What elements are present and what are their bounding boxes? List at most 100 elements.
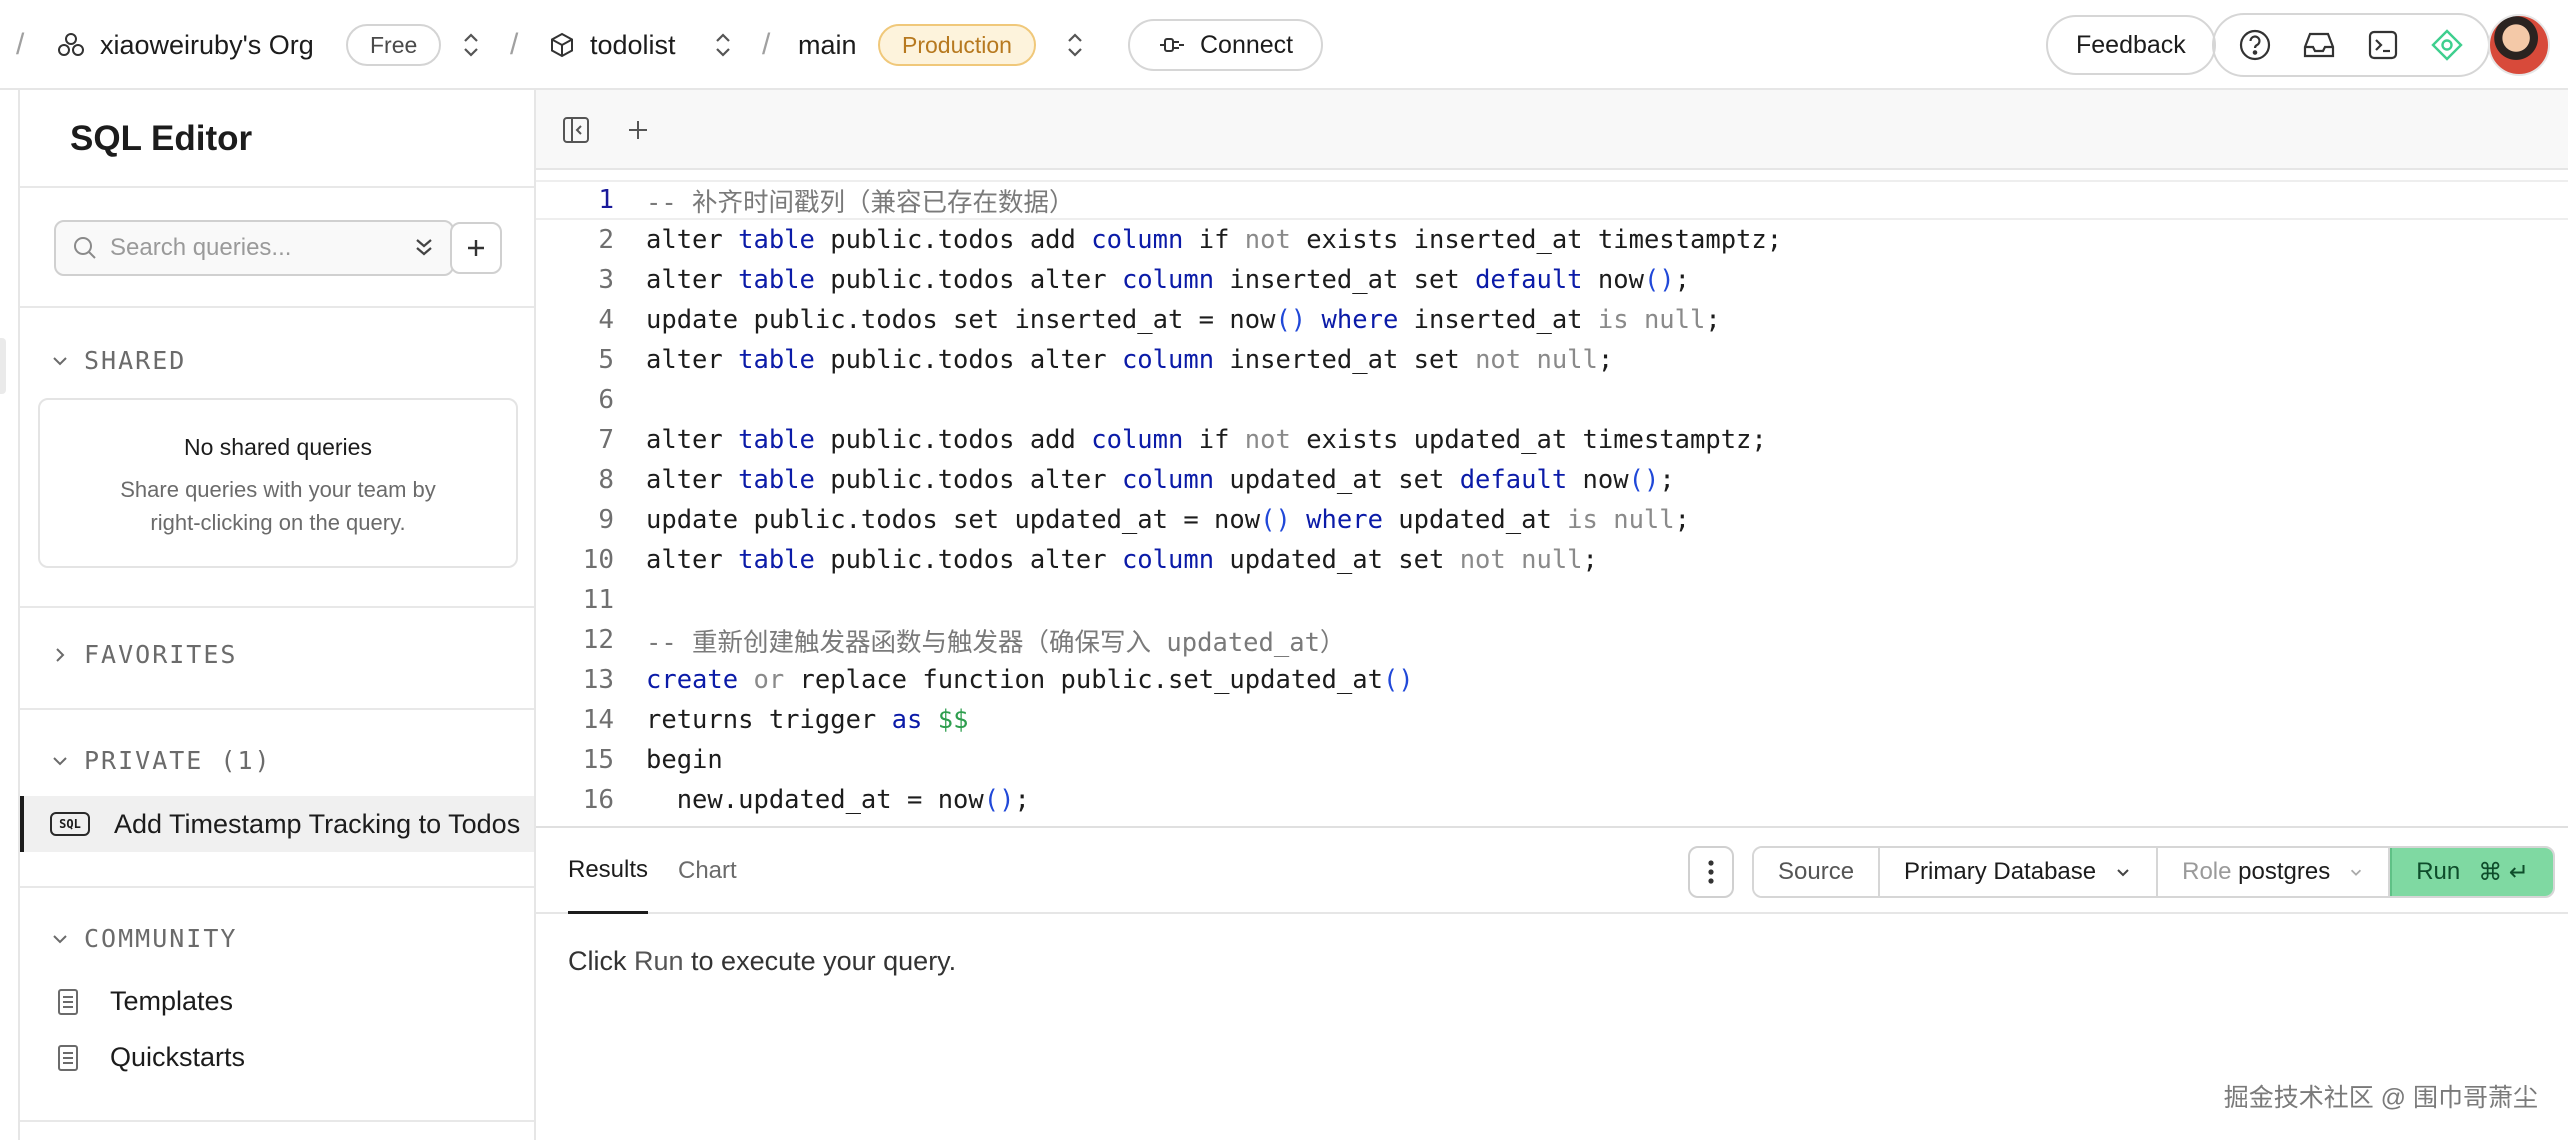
code-line[interactable]: 6 (536, 380, 2568, 420)
org-name: xiaoweiruby's Org (100, 29, 314, 60)
code-line[interactable]: 3 alter table public.todos alter column … (536, 260, 2568, 300)
shared-empty-state: No shared queries Share queries with you… (38, 398, 518, 568)
project-selector-chevron-icon[interactable] (712, 0, 734, 90)
code-line[interactable]: 12 -- 重新创建触发器函数与触发器（确保写入 updated_at） (536, 620, 2568, 660)
message-suffix: to execute your query. (683, 946, 957, 976)
line-number: 4 (598, 305, 614, 335)
code-line[interactable]: 16 new.updated_at = now(); (536, 780, 2568, 820)
source-label: Source (1754, 848, 1881, 896)
project-switcher[interactable]: todolist (548, 0, 676, 90)
code-line[interactable]: 4 update public.todos set inserted_at = … (536, 300, 2568, 340)
terminal-icon[interactable] (2362, 24, 2404, 66)
database-text: Primary Database (1904, 858, 2097, 885)
org-switcher[interactable]: xiaoweiruby's Org (56, 0, 314, 90)
line-number: 1 (598, 185, 614, 215)
filter-chevrons-icon[interactable] (412, 235, 436, 261)
line-number: 16 (582, 785, 614, 815)
inbox-icon[interactable] (2298, 24, 2340, 66)
editor-toolbar (536, 90, 2568, 170)
sidebar-query-item[interactable]: SQL Add Timestamp Tracking to Todos (20, 796, 534, 852)
section-private[interactable]: PRIVATE (1) (50, 746, 272, 775)
help-icon[interactable] (2234, 24, 2276, 66)
database-select[interactable]: Primary Database (1880, 848, 2159, 896)
breadcrumb-separator: / (510, 28, 519, 61)
top-bar: / xiaoweiruby's Org Free / todolist / ma… (0, 0, 2568, 90)
more-vertical-icon (1707, 858, 1715, 886)
code-line[interactable]: 11 (536, 580, 2568, 620)
collapse-sidebar-icon[interactable] (556, 110, 596, 150)
run-button[interactable]: Run ⌘ ↵ (2390, 848, 2554, 896)
chevron-down-icon (50, 351, 70, 371)
role-select[interactable]: Role postgres (2158, 848, 2391, 896)
advisor-icon[interactable] (2426, 24, 2468, 66)
plus-icon (464, 236, 488, 260)
divider (20, 306, 534, 308)
project-name: todolist (590, 29, 676, 60)
connect-label: Connect (1200, 30, 1294, 59)
role-value: postgres (2238, 858, 2331, 885)
divider (20, 186, 534, 188)
search-icon (72, 235, 98, 261)
query-item-label: Add Timestamp Tracking to Todos (114, 808, 521, 839)
code-line[interactable]: 15 begin (536, 740, 2568, 780)
line-number: 8 (598, 465, 614, 495)
new-tab-plus-icon[interactable] (618, 110, 658, 150)
connect-button[interactable]: Connect (1128, 19, 1324, 71)
nav-indicator (0, 338, 6, 394)
environment-badge: Production (878, 24, 1036, 66)
code-line[interactable]: 8 alter table public.todos alter column … (536, 460, 2568, 500)
box-icon (548, 31, 576, 59)
message-run: Run (634, 946, 684, 976)
code-line[interactable]: 2 alter table public.todos add column if… (536, 220, 2568, 260)
sidebar-item-quickstarts[interactable]: Quickstarts (56, 1042, 245, 1073)
results-toolbar: Results Chart Source Primary Database Ro… (536, 826, 2568, 914)
divider (20, 606, 534, 608)
watermark: 掘金技术社区 @ 围巾哥萧尘 (2223, 1084, 2538, 1112)
org-selector-chevron-icon[interactable] (460, 0, 482, 90)
chevron-right-icon (50, 645, 70, 665)
branch-switcher[interactable]: main (798, 0, 857, 90)
avatar[interactable] (2488, 14, 2550, 76)
section-shared[interactable]: SHARED (50, 346, 186, 375)
code-line[interactable]: 1 -- 补齐时间戳列（兼容已存在数据） (536, 180, 2568, 220)
tab-chart[interactable]: Chart (678, 828, 737, 914)
line-number: 14 (582, 705, 614, 735)
code-line[interactable]: 14 returns trigger as $$ (536, 700, 2568, 740)
more-options-button[interactable] (1688, 846, 1734, 898)
branch-selector-chevron-icon[interactable] (1064, 0, 1086, 90)
plan-badge: Free (346, 24, 442, 66)
search-input[interactable] (110, 234, 400, 262)
run-controls: Source Primary Database Role postgres Ru… (1752, 846, 2556, 898)
divider (20, 708, 534, 710)
feedback-button[interactable]: Feedback (2046, 15, 2216, 75)
sql-file-icon: SQL (50, 812, 90, 836)
role-prefix: Role (2182, 858, 2232, 885)
line-number: 3 (598, 265, 614, 295)
plug-icon (1158, 35, 1186, 55)
code-line[interactable]: 5 alter table public.todos alter column … (536, 340, 2568, 380)
divider (20, 1120, 534, 1122)
tab-results[interactable]: Results (568, 828, 649, 914)
section-favorites[interactable]: FAVORITES (50, 640, 237, 669)
line-number: 9 (598, 505, 614, 535)
section-private-label: PRIVATE (1) (84, 746, 272, 775)
message-prefix: Click (568, 946, 634, 976)
breadcrumb-separator: / (762, 28, 771, 61)
section-favorites-label: FAVORITES (84, 640, 238, 669)
code-line[interactable]: 9 update public.todos set updated_at = n… (536, 500, 2568, 540)
section-community[interactable]: COMMUNITY (50, 924, 237, 953)
line-number: 2 (598, 225, 614, 255)
search-box[interactable] (54, 220, 454, 276)
feedback-label: Feedback (2076, 30, 2186, 59)
code-line[interactable]: 13 create or replace function public.set… (536, 660, 2568, 700)
empty-line-1: Share queries with your team by (120, 477, 436, 502)
add-query-button[interactable] (450, 222, 502, 274)
line-number: 11 (582, 585, 614, 615)
run-label: Run (2416, 858, 2461, 885)
empty-title: No shared queries (184, 434, 372, 460)
sidebar-item-templates[interactable]: Templates (56, 986, 233, 1017)
code-line[interactable]: 10 alter table public.todos alter column… (536, 540, 2568, 580)
sql-code-editor[interactable]: 1 -- 补齐时间戳列（兼容已存在数据） 2 alter table publi… (536, 170, 2568, 826)
org-icon (56, 30, 86, 60)
code-line[interactable]: 7 alter table public.todos add column if… (536, 420, 2568, 460)
